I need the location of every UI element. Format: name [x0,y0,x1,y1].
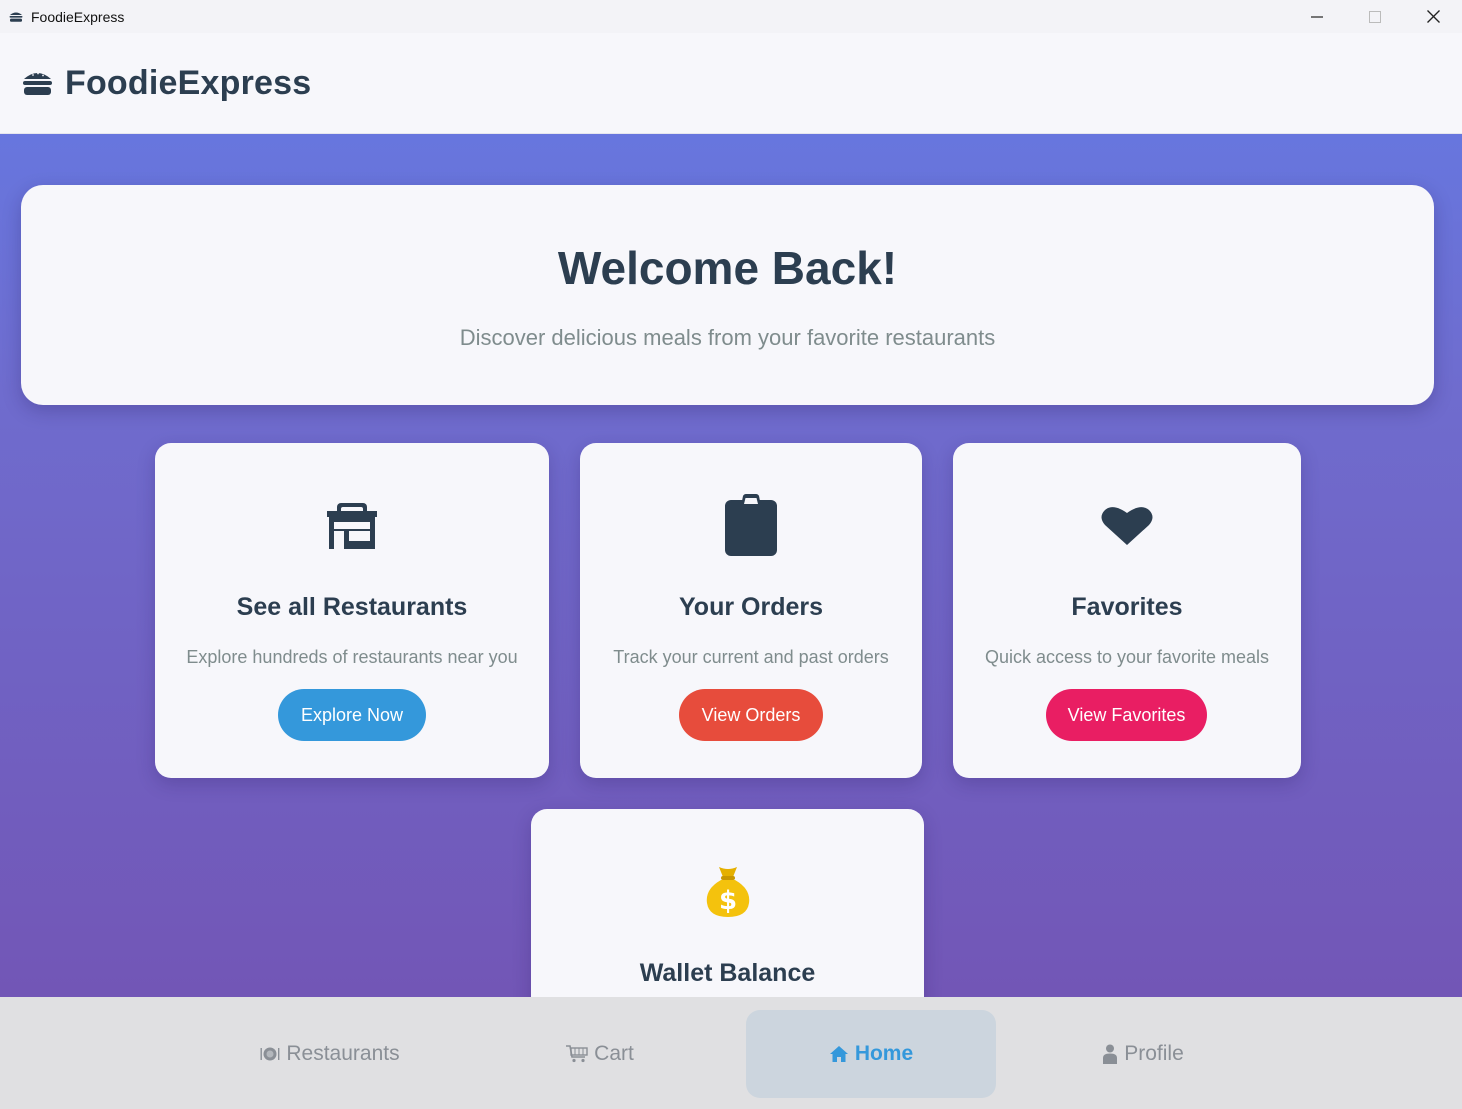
brand-title: FoodieExpress [65,63,312,102]
card-description: Explore hundreds of restaurants near you [186,647,518,667]
view-orders-button[interactable]: View Orders [679,689,823,741]
orders-card: Your Orders Track your current and past … [580,443,922,778]
window-titlebar: FoodieExpress [0,0,1462,33]
close-button[interactable] [1404,0,1462,33]
minimize-button[interactable] [1288,0,1346,33]
nav-label: Cart [594,1042,634,1065]
burger-icon [9,12,23,22]
explore-now-button[interactable]: Explore Now [278,689,426,741]
welcome-subtitle: Discover delicious meals from your favor… [459,325,996,350]
card-title: Favorites [1071,593,1183,621]
money-bag-icon: $ [706,867,749,917]
burger-icon [23,72,52,95]
nav-cart[interactable]: Cart [475,1010,725,1098]
storefront-icon [327,503,377,549]
maximize-button[interactable] [1346,0,1404,33]
home-icon [829,1046,848,1062]
card-title: See all Restaurants [236,593,468,621]
card-title: Wallet Balance [639,959,816,987]
nav-restaurants[interactable]: Restaurants [205,1010,455,1098]
person-icon [1103,1044,1118,1064]
cart-icon [566,1045,588,1063]
favorites-card: Favorites Quick access to your favorite … [953,443,1301,778]
clipboard-icon [725,494,777,556]
window-controls [1288,0,1462,33]
svg-text:$: $ [718,886,736,916]
app-header: FoodieExpress [0,33,1462,134]
maximize-icon [1369,10,1381,23]
window-title: FoodieExpress [31,8,125,25]
welcome-banner: Welcome Back! Discover delicious meals f… [21,185,1434,405]
view-favorites-button[interactable]: View Favorites [1046,689,1207,741]
close-icon [1426,10,1440,23]
plate-icon [260,1047,280,1061]
restaurants-card: See all Restaurants Explore hundreds of … [155,443,549,778]
nav-label: Home [854,1042,914,1065]
minimize-icon [1311,15,1323,18]
nav-home[interactable]: Home [746,1010,996,1098]
wallet-card: $ Wallet Balance [531,809,924,997]
nav-label: Restaurants [286,1042,400,1065]
nav-profile[interactable]: Profile [1018,1010,1268,1098]
card-title: Your Orders [678,593,824,621]
welcome-title: Welcome Back! [557,242,898,294]
bottom-nav: Restaurants Cart Home Profile [0,997,1462,1109]
card-description: Track your current and past orders [613,647,889,667]
nav-label: Profile [1124,1042,1184,1065]
heart-icon [1101,507,1153,545]
main-content[interactable]: Welcome Back! Discover delicious meals f… [0,134,1462,997]
card-description: Quick access to your favorite meals [984,647,1270,667]
